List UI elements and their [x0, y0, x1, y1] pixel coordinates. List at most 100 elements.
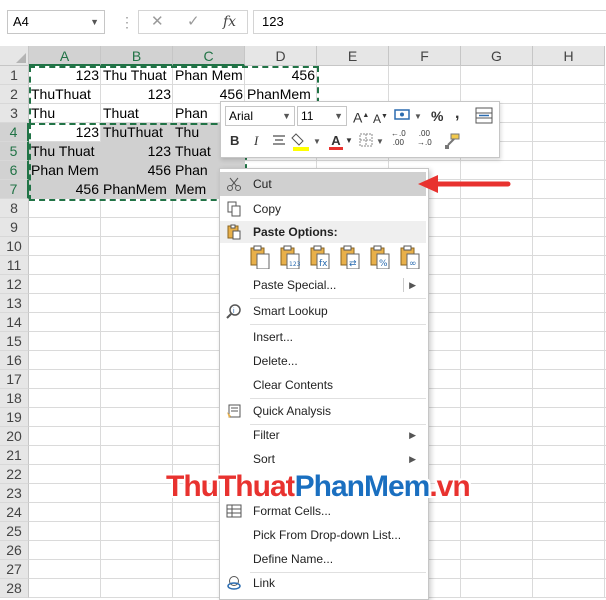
merge-center-icon[interactable]	[475, 107, 493, 125]
fill-color-icon[interactable]: ▼	[291, 130, 325, 152]
chevron-down-icon[interactable]: ▼	[334, 107, 343, 125]
row-header-15[interactable]: 15	[0, 332, 29, 351]
menu-item-pick-list[interactable]: Pick From Drop-down List...	[220, 523, 426, 547]
cell-a7[interactable]: 456	[29, 180, 101, 199]
cell-a2[interactable]: ThuThuat	[29, 85, 101, 104]
row-header-8[interactable]: 8	[0, 199, 29, 218]
row-header-27[interactable]: 27	[0, 560, 29, 579]
italic-button[interactable]: I	[254, 132, 258, 150]
row-header-9[interactable]: 9	[0, 218, 29, 237]
row-header-3[interactable]: 3	[0, 104, 29, 123]
bold-button[interactable]: B	[230, 132, 239, 150]
row-header-4[interactable]: 4	[0, 123, 29, 142]
font-name-select[interactable]: Arial ▼	[225, 106, 295, 126]
row-header-28[interactable]: 28	[0, 579, 29, 598]
paste-values-icon[interactable]: 123	[279, 245, 301, 269]
cell-b5[interactable]: 123	[101, 142, 173, 161]
cell-b1[interactable]: Thu Thuat	[101, 66, 173, 85]
cell-b3[interactable]: Thuat	[101, 104, 173, 123]
row-header-6[interactable]: 6	[0, 161, 29, 180]
row-header-23[interactable]: 23	[0, 484, 29, 503]
menu-item-cut[interactable]: Cut	[220, 172, 426, 196]
comma-style-button[interactable]: ,	[455, 105, 459, 123]
row-header-19[interactable]: 19	[0, 408, 29, 427]
cell-b7[interactable]: PhanMem	[101, 180, 173, 199]
row-header-17[interactable]: 17	[0, 370, 29, 389]
cancel-icon[interactable]: ✕	[151, 13, 164, 31]
name-box[interactable]: A4 ▼	[7, 10, 105, 34]
paste-link-icon[interactable]: ∞	[399, 245, 421, 269]
row-header-25[interactable]: 25	[0, 522, 29, 541]
row-header-1[interactable]: 1	[0, 66, 29, 85]
enter-icon[interactable]: ✓	[187, 13, 200, 31]
chevron-right-icon[interactable]: ▶	[409, 447, 416, 471]
cell-b4[interactable]: ThuThuat	[101, 123, 173, 142]
paste-transpose-icon[interactable]: ⇄	[339, 245, 361, 269]
row-header-2[interactable]: 2	[0, 85, 29, 104]
cell-b2[interactable]: 123	[101, 85, 173, 104]
menu-item-smart-lookup[interactable]: i Smart Lookup	[220, 299, 426, 323]
select-all-button[interactable]	[0, 46, 29, 66]
cell-a1[interactable]: 123	[29, 66, 101, 85]
column-header-c[interactable]: C	[173, 46, 245, 66]
accounting-format-icon[interactable]: ▼	[393, 107, 423, 125]
row-header-20[interactable]: 20	[0, 427, 29, 446]
percent-style-button[interactable]: %	[431, 107, 443, 125]
cell-d1[interactable]: 456	[245, 66, 317, 85]
row-header-24[interactable]: 24	[0, 503, 29, 522]
menu-item-paste-special[interactable]: Paste Special... ▶	[220, 273, 426, 297]
paste-formulas-icon[interactable]: fx	[309, 245, 331, 269]
row-header-13[interactable]: 13	[0, 294, 29, 313]
row-header-12[interactable]: 12	[0, 275, 29, 294]
formula-input[interactable]: 123	[253, 10, 606, 34]
row-header-10[interactable]: 10	[0, 237, 29, 256]
menu-item-clear-contents[interactable]: Clear Contents	[220, 373, 426, 397]
column-header-f[interactable]: F	[389, 46, 461, 66]
row-header-21[interactable]: 21	[0, 446, 29, 465]
column-header-e[interactable]: E	[317, 46, 389, 66]
decrease-font-size-button[interactable]: A▼	[373, 108, 388, 128]
cell-a5[interactable]: Thu Thuat	[29, 142, 101, 161]
row-header-22[interactable]: 22	[0, 465, 29, 484]
align-center-icon[interactable]	[271, 133, 287, 149]
chevron-down-icon[interactable]: ▼	[90, 11, 99, 33]
cell-b6[interactable]: 456	[101, 161, 173, 180]
chevron-right-icon[interactable]: ▶	[409, 423, 416, 447]
increase-decimal-button[interactable]: ←.0 .00	[391, 129, 406, 147]
menu-item-copy[interactable]: Copy	[220, 197, 426, 221]
menu-item-insert[interactable]: Insert...	[220, 325, 426, 349]
chevron-down-icon[interactable]: ▼	[282, 107, 291, 125]
insert-function-icon[interactable]: fx	[223, 13, 236, 31]
paste-formatting-icon[interactable]: %	[369, 245, 391, 269]
menu-item-quick-analysis[interactable]: Quick Analysis	[220, 399, 426, 423]
menu-item-delete[interactable]: Delete...	[220, 349, 426, 373]
chevron-down-icon[interactable]: ▼	[345, 132, 353, 150]
menu-item-link[interactable]: Link	[220, 571, 426, 595]
menu-item-filter[interactable]: Filter ▶	[220, 423, 426, 447]
font-color-button[interactable]: A	[329, 132, 343, 150]
column-header-h[interactable]: H	[533, 46, 605, 66]
row-header-7[interactable]: 7	[0, 180, 29, 199]
row-header-14[interactable]: 14	[0, 313, 29, 332]
column-header-b[interactable]: B	[101, 46, 173, 66]
column-header-g[interactable]: G	[461, 46, 533, 66]
chevron-right-icon[interactable]: ▶	[409, 273, 416, 297]
menu-item-define-name[interactable]: Define Name...	[220, 547, 426, 571]
row-header-5[interactable]: 5	[0, 142, 29, 161]
increase-font-size-button[interactable]: A▲	[353, 107, 369, 127]
row-header-18[interactable]: 18	[0, 389, 29, 408]
row-header-16[interactable]: 16	[0, 351, 29, 370]
font-size-select[interactable]: 11 ▼	[297, 106, 347, 126]
cell-a3[interactable]: Thu	[29, 104, 101, 123]
cell-c1[interactable]: Phan Mem	[173, 66, 245, 85]
paste-icon[interactable]	[249, 245, 271, 269]
borders-icon[interactable]: ▼	[359, 133, 387, 149]
column-header-d[interactable]: D	[245, 46, 317, 66]
menu-item-sort[interactable]: Sort ▶	[220, 447, 426, 471]
cell-a4[interactable]: 123	[29, 123, 101, 142]
row-header-26[interactable]: 26	[0, 541, 29, 560]
cell-a6[interactable]: Phan Mem	[29, 161, 101, 180]
column-header-a[interactable]: A	[29, 46, 101, 66]
format-painter-icon[interactable]	[443, 132, 461, 150]
decrease-decimal-button[interactable]: .00 →.0	[417, 129, 432, 147]
